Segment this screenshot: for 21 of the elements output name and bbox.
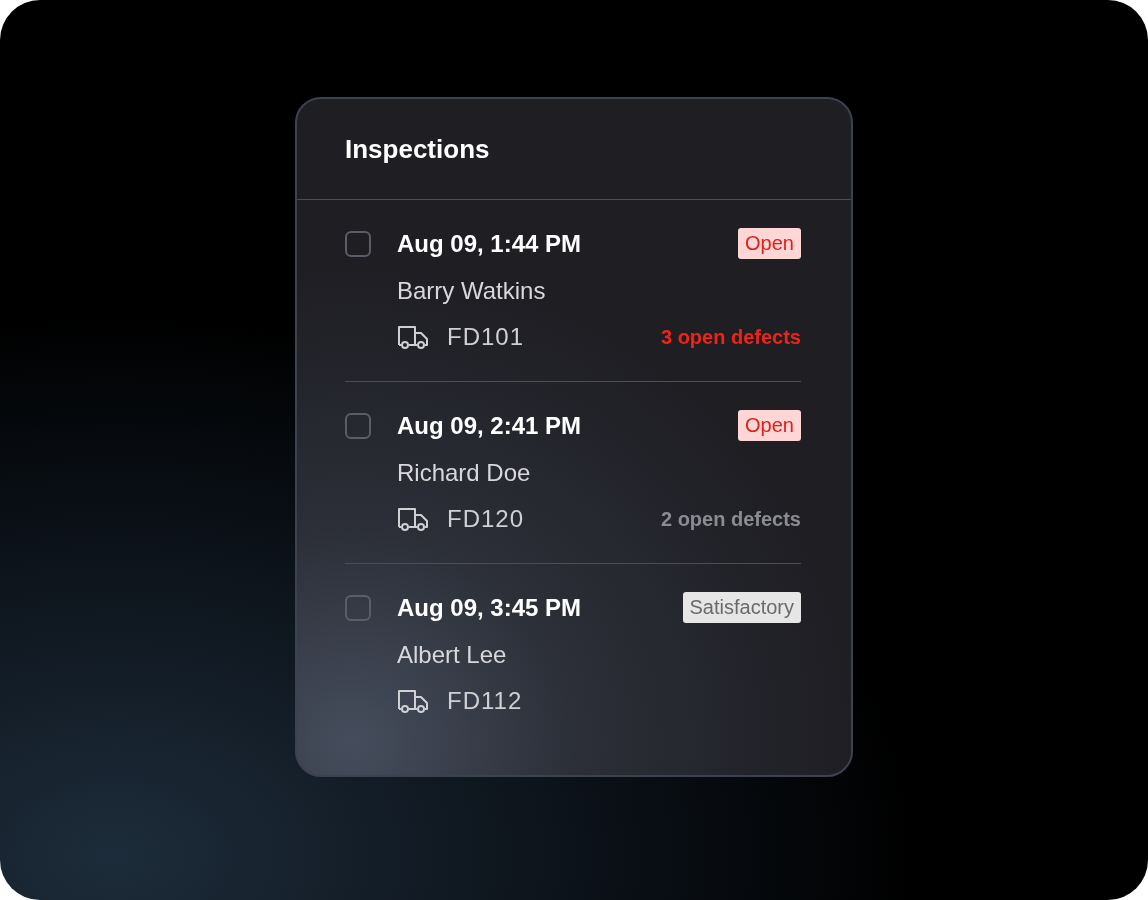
inspection-datetime: Aug 09, 1:44 PM xyxy=(397,229,583,258)
inspector-name: Albert Lee xyxy=(397,641,508,669)
inspection-datetime: Aug 09, 2:41 PM xyxy=(397,411,583,440)
status-badge: Open xyxy=(738,410,801,441)
checkbox[interactable] xyxy=(345,230,371,257)
status-badge: Satisfactory xyxy=(682,592,801,623)
defects-count: 2 open defects xyxy=(660,507,801,531)
vehicle-id: FD120 xyxy=(447,505,525,533)
vehicle-id: FD112 xyxy=(447,687,523,715)
inspector-name: Barry Watkins xyxy=(397,277,547,305)
vehicle-id: FD101 xyxy=(447,323,525,351)
truck-icon xyxy=(397,324,429,350)
truck-icon xyxy=(397,506,429,532)
inspector-name: Richard Doe xyxy=(397,459,532,487)
checkbox[interactable] xyxy=(345,594,371,621)
defects-count: 3 open defects xyxy=(660,325,801,349)
checkbox[interactable] xyxy=(345,412,371,439)
card-title: Inspections xyxy=(345,133,490,165)
truck-icon xyxy=(397,688,429,714)
status-badge: Open xyxy=(738,228,801,259)
inspection-datetime: Aug 09, 3:45 PM xyxy=(397,593,583,622)
